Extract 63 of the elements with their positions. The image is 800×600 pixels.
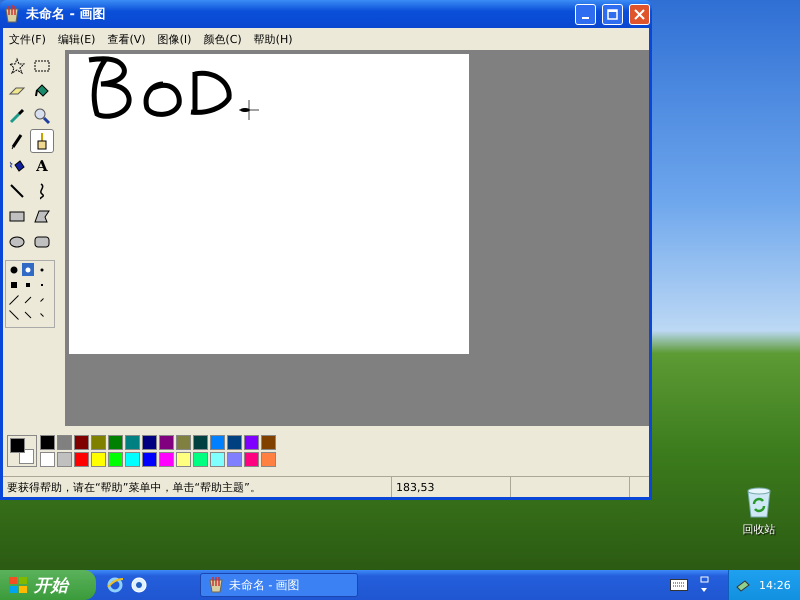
window-title: 未命名 - 画图 [26, 6, 106, 23]
menu-item[interactable]: 查看(V) [101, 32, 152, 46]
color-swatch[interactable] [108, 435, 123, 450]
color-swatch[interactable] [91, 435, 106, 450]
browser-icon[interactable] [106, 576, 124, 594]
color-swatch[interactable] [74, 452, 89, 467]
color-swatch[interactable] [142, 452, 157, 467]
color-swatch[interactable] [261, 435, 276, 450]
color-swatch[interactable] [176, 452, 191, 467]
color-swatch[interactable] [227, 435, 242, 450]
tool-button[interactable]: A [30, 154, 54, 178]
maximize-icon [607, 8, 618, 20]
menu-item[interactable]: 帮助(H) [248, 32, 299, 46]
color-swatch[interactable] [176, 435, 191, 450]
minimize-icon [582, 17, 589, 19]
desktop-icon-label: 回收站 [742, 522, 776, 537]
line-icon [8, 182, 26, 200]
brush-shape-option[interactable] [8, 293, 20, 306]
media-player-icon[interactable] [130, 576, 148, 594]
color-swatch[interactable] [227, 452, 242, 467]
clock: 14:26 [759, 578, 791, 592]
menu-item[interactable]: 编辑(E) [52, 32, 102, 46]
color-swatch[interactable] [261, 452, 276, 467]
crosshair-cursor-icon [237, 98, 261, 122]
curve-icon [37, 182, 47, 200]
color-swatch[interactable] [244, 435, 259, 450]
text-tool-label: A [36, 157, 48, 175]
paint-app-icon [209, 577, 223, 593]
color-swatch[interactable] [91, 452, 106, 467]
eyedropper-icon [8, 107, 26, 125]
color-swatch[interactable] [74, 435, 89, 450]
color-swatch[interactable] [210, 452, 225, 467]
menu-item[interactable]: 图像(I) [152, 32, 198, 46]
color-swatch[interactable] [125, 435, 140, 450]
color-swatch[interactable] [57, 452, 72, 467]
color-swatch[interactable] [159, 435, 174, 450]
cursor-coordinates: 183,53 [392, 477, 511, 497]
tool-button[interactable] [30, 129, 54, 153]
brush-shape-option[interactable] [8, 308, 20, 321]
close-icon [634, 8, 645, 20]
color-swatch[interactable] [40, 452, 55, 467]
menu-item[interactable]: 文件(F) [3, 32, 52, 46]
paint-app-icon [4, 5, 20, 23]
menu-item[interactable]: 颜色(C) [197, 32, 248, 46]
star-selection-icon [8, 57, 26, 75]
status-message: 要获得帮助，请在“帮助”菜单中，单击“帮助主题”。 [3, 477, 392, 497]
color-swatch[interactable] [125, 452, 140, 467]
color-swatch[interactable] [193, 435, 208, 450]
keyboard-icon[interactable] [670, 579, 688, 591]
close-button[interactable] [629, 4, 650, 24]
color-swatch[interactable] [142, 435, 157, 450]
color-swatch[interactable] [40, 435, 55, 450]
color-swatch[interactable] [108, 452, 123, 467]
minimize-button[interactable] [575, 4, 596, 24]
taskbar-button[interactable]: 未命名 - 画图 [200, 573, 358, 597]
windows-logo-icon [8, 576, 28, 594]
color-swatch[interactable] [210, 435, 225, 450]
magnifier-icon [33, 107, 51, 125]
color-swatch[interactable] [193, 452, 208, 467]
color-swatch[interactable] [57, 435, 72, 450]
maximize-button[interactable] [602, 4, 623, 24]
color-swatch[interactable] [244, 452, 259, 467]
color-swatch[interactable] [159, 452, 174, 467]
